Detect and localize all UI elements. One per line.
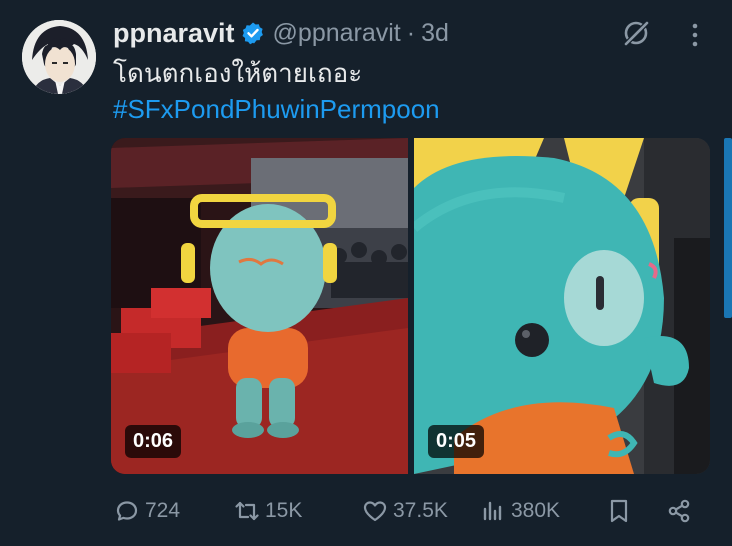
bookmark-icon	[610, 499, 628, 523]
grok-icon[interactable]	[621, 18, 651, 48]
tweet-header: ppnaravit @ppnaravit · 3d	[113, 15, 449, 51]
view-count: 380K	[511, 499, 561, 522]
like-count: 37.5K	[393, 499, 448, 522]
reply-count: 724	[145, 499, 181, 522]
separator-dot: ·	[406, 18, 416, 47]
share-icon	[668, 499, 690, 523]
video-thumbnail-2[interactable]: 0:05	[414, 138, 710, 474]
repost-count: 15K	[265, 499, 303, 522]
avatar[interactable]	[22, 20, 96, 94]
video-thumbnail-1[interactable]: 0:06	[111, 138, 408, 474]
avatar-image	[22, 20, 96, 94]
video-duration-badge: 0:06	[125, 425, 182, 458]
repost-icon	[235, 501, 259, 521]
user-handle[interactable]: @ppnaravit	[273, 19, 401, 48]
bookmark-button[interactable]	[605, 493, 633, 529]
hashtag-link[interactable]: #SFxPondPhuwinPermpoon	[113, 92, 440, 126]
mascot-stage-image	[111, 138, 408, 474]
verified-badge-icon	[241, 21, 265, 45]
scroll-indicator	[724, 138, 732, 318]
reply-button[interactable]: 724	[113, 493, 180, 529]
share-button[interactable]	[665, 493, 693, 529]
display-name[interactable]: ppnaravit	[113, 18, 235, 49]
repost-button[interactable]: 15K	[233, 493, 302, 529]
reply-icon	[116, 501, 138, 521]
timestamp[interactable]: 3d	[421, 19, 449, 48]
views-icon	[483, 501, 502, 521]
video-duration-badge: 0:05	[428, 425, 485, 458]
like-button[interactable]: 37.5K	[361, 493, 448, 529]
tweet-text: โดนตกเองให้ตายเถอะ	[113, 58, 363, 88]
action-bar: 724 15K 37.5K 380K	[113, 493, 713, 529]
heart-icon	[363, 501, 387, 522]
views-button[interactable]: 380K	[479, 493, 560, 529]
mascot-closeup-image	[414, 138, 710, 474]
more-options-icon[interactable]	[683, 20, 707, 50]
